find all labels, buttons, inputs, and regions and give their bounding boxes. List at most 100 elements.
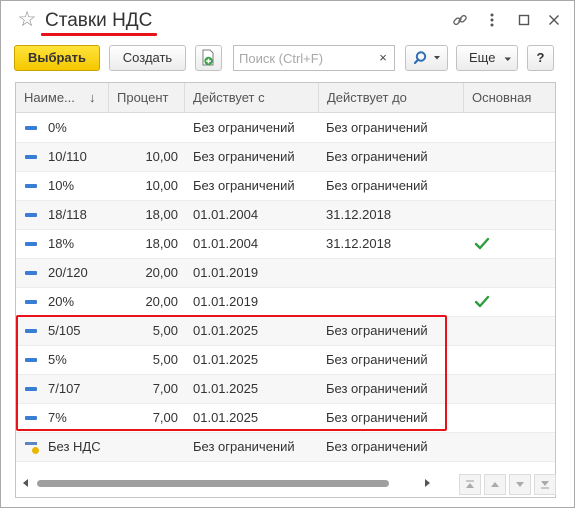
title-bar: ☆ Ставки НДС bbox=[1, 1, 574, 41]
cell-name: 10/110 bbox=[48, 149, 87, 164]
search-dropdown-button[interactable] bbox=[405, 45, 448, 71]
cell-name: Без НДС bbox=[48, 439, 101, 454]
column-header-main[interactable]: Основная bbox=[464, 83, 555, 113]
cell-valid-from: Без ограничений bbox=[193, 120, 295, 135]
table-row[interactable]: 20% 20,00 01.01.2019 bbox=[16, 288, 555, 317]
table-row[interactable]: 5% 5,00 01.01.2025 Без ограничений bbox=[16, 346, 555, 375]
item-dash-icon bbox=[25, 230, 39, 258]
last-page-icon bbox=[541, 481, 549, 489]
cell-main bbox=[474, 346, 490, 374]
column-header-valid-from[interactable]: Действует с bbox=[185, 83, 319, 113]
cell-main bbox=[474, 433, 490, 461]
cell-main bbox=[474, 172, 490, 200]
item-dash-icon bbox=[25, 375, 39, 403]
search-icon bbox=[413, 51, 427, 65]
cell-percent: 7,00 bbox=[152, 381, 178, 396]
cell-name: 7/107 bbox=[48, 381, 81, 396]
more-button[interactable]: Еще bbox=[456, 45, 518, 71]
sort-arrow-icon: ↓ bbox=[89, 90, 96, 105]
cell-valid-to: Без ограничений bbox=[326, 439, 428, 454]
cell-valid-from: Без ограничений bbox=[193, 439, 295, 454]
table-row[interactable]: 7/107 7,00 01.01.2025 Без ограничений bbox=[16, 375, 555, 404]
horizontal-scrollbar[interactable] bbox=[15, 471, 455, 496]
table-row[interactable]: 0% Без ограничений Без ограничений bbox=[16, 114, 555, 143]
table-row[interactable]: 10% 10,00 Без ограничений Без ограничений bbox=[16, 172, 555, 201]
add-document-icon bbox=[202, 49, 214, 66]
main-checkmark-icon bbox=[474, 230, 490, 258]
column-header-percent[interactable]: Процент bbox=[109, 83, 185, 113]
item-dash-icon bbox=[25, 317, 39, 345]
table-row[interactable]: 18% 18,00 01.01.2004 31.12.2018 bbox=[16, 230, 555, 259]
create-copy-button[interactable] bbox=[195, 45, 222, 71]
cell-valid-to: 31.12.2018 bbox=[326, 236, 392, 251]
page-title: Ставки НДС bbox=[45, 10, 153, 31]
link-icon[interactable] bbox=[451, 11, 469, 29]
close-icon[interactable] bbox=[545, 11, 563, 29]
select-button[interactable]: Выбрать bbox=[14, 45, 100, 71]
item-dash-icon bbox=[25, 201, 39, 229]
cell-main bbox=[474, 259, 490, 287]
create-button[interactable]: Создать bbox=[109, 45, 186, 71]
cell-valid-to: Без ограничений bbox=[326, 381, 428, 396]
cell-percent: 5,00 bbox=[152, 323, 178, 338]
scroll-to-top-button[interactable] bbox=[459, 474, 481, 495]
cell-valid-from: 01.01.2019 bbox=[193, 294, 259, 309]
scroll-down-button[interactable] bbox=[509, 474, 531, 495]
cell-percent: 18,00 bbox=[145, 236, 178, 251]
cell-valid-from: 01.01.2025 bbox=[193, 410, 259, 425]
item-dash-icon bbox=[25, 172, 39, 200]
item-dash-icon bbox=[25, 114, 39, 142]
table-row[interactable]: 10/110 10,00 Без ограничений Без ограничени… bbox=[16, 143, 555, 172]
cell-valid-to: Без ограничений bbox=[326, 178, 428, 193]
cell-percent bbox=[106, 114, 178, 142]
cell-name: 18/118 bbox=[48, 207, 87, 222]
cell-name: 0% bbox=[48, 120, 67, 135]
column-header-valid-to[interactable]: Действует до bbox=[319, 83, 464, 113]
cell-percent: 5,00 bbox=[152, 352, 178, 367]
cell-percent: 10,00 bbox=[145, 149, 178, 164]
item-dash-icon bbox=[25, 404, 39, 432]
more-button-label: Еще bbox=[469, 50, 496, 65]
help-button[interactable]: ? bbox=[527, 45, 554, 71]
cell-main bbox=[474, 404, 490, 432]
table-row[interactable]: 7% 7,00 01.01.2025 Без ограничений bbox=[16, 404, 555, 433]
cell-valid-from: 01.01.2025 bbox=[193, 381, 259, 396]
scroll-right-icon[interactable] bbox=[425, 479, 430, 487]
cell-valid-from: 01.01.2019 bbox=[193, 265, 259, 280]
cell-valid-from: 01.01.2004 bbox=[193, 236, 259, 251]
cell-valid-to: Без ограничений bbox=[326, 120, 428, 135]
page-down-icon bbox=[516, 482, 524, 487]
maximize-icon[interactable] bbox=[515, 11, 533, 29]
cell-valid-to: Без ограничений bbox=[326, 352, 428, 367]
scroll-left-icon[interactable] bbox=[23, 479, 28, 487]
scrollbar-thumb[interactable] bbox=[37, 480, 389, 487]
table-row[interactable]: Без НДС Без ограничений Без ограничений bbox=[16, 433, 555, 462]
more-menu-icon[interactable] bbox=[483, 11, 501, 29]
search-field[interactable]: × bbox=[233, 45, 395, 71]
cell-main bbox=[474, 114, 490, 142]
scroll-to-bottom-button[interactable] bbox=[534, 474, 556, 495]
cell-name: 18% bbox=[48, 236, 75, 251]
cell-valid-from: 01.01.2004 bbox=[193, 207, 259, 222]
cell-valid-from: 01.01.2025 bbox=[193, 323, 259, 338]
search-input[interactable] bbox=[234, 46, 370, 70]
table-row[interactable]: 5/105 5,00 01.01.2025 Без ограничений bbox=[16, 317, 555, 346]
favorite-star-icon[interactable]: ☆ bbox=[16, 9, 38, 31]
vat-rates-table[interactable]: Наиме... ↓ Процент Действует с Действует… bbox=[15, 82, 556, 498]
cell-valid-from: Без ограничений bbox=[193, 178, 295, 193]
form-window: ☆ Ставки НДС Выбрать Создать Поиск (Ctrl… bbox=[0, 0, 575, 508]
cell-main bbox=[474, 375, 490, 403]
cell-percent bbox=[106, 433, 178, 461]
clear-search-icon[interactable]: × bbox=[372, 46, 394, 70]
column-header-name[interactable]: Наиме... ↓ bbox=[16, 83, 109, 113]
cell-main bbox=[474, 201, 490, 229]
cell-name: 20% bbox=[48, 294, 75, 309]
cell-name: 20/120 bbox=[48, 265, 88, 280]
cell-percent: 7,00 bbox=[152, 410, 178, 425]
scroll-up-button[interactable] bbox=[484, 474, 506, 495]
cell-valid-to: 31.12.2018 bbox=[326, 207, 392, 222]
table-row[interactable]: 18/118 18,00 01.01.2004 31.12.2018 bbox=[16, 201, 555, 230]
table-row[interactable]: 20/120 20,00 01.01.2019 bbox=[16, 259, 555, 288]
cell-name: 5% bbox=[48, 352, 67, 367]
item-dash-icon bbox=[25, 346, 39, 374]
